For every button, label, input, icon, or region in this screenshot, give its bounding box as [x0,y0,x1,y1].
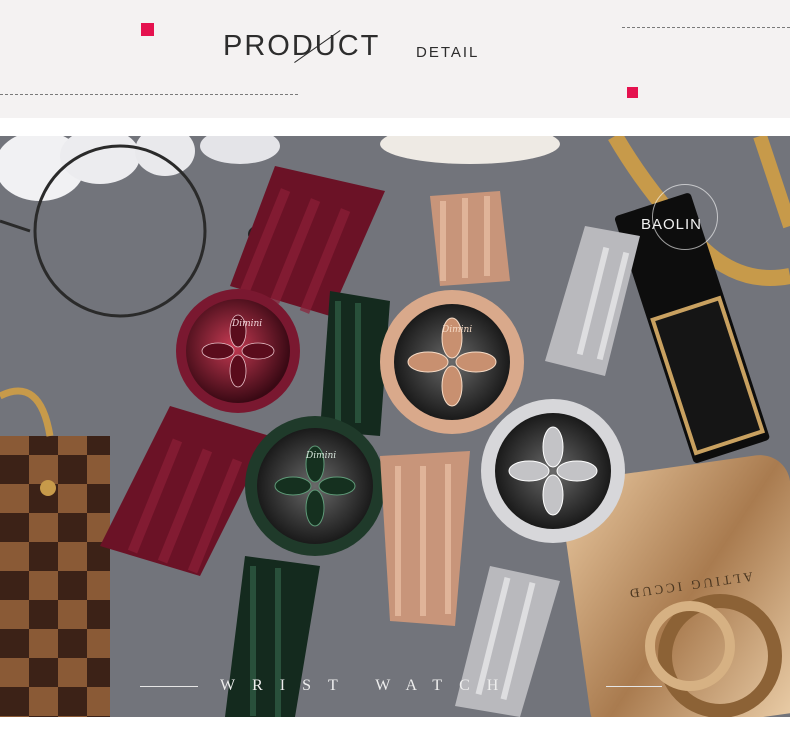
checkered-pouch [0,387,110,717]
accent-square-icon [627,87,638,98]
watch-brand-label: Dimini [441,325,472,335]
dashed-divider [622,27,790,28]
watch-brand-label: Dimini [231,319,262,329]
section-subtitle: DETAIL [416,44,480,61]
accent-square-icon [141,23,154,36]
watch-brand-label: Dimini [305,451,336,461]
brand-watermark: BAOLIN [641,216,703,233]
header-banner: PRODUCT DETAIL [0,0,790,118]
caption-line [140,686,198,687]
caption-line [606,686,662,687]
dashed-divider [0,94,298,95]
product-photo: ALTIUG ICCUĐ Dimini Dimini Dimini BAOLIN… [0,136,790,717]
photo-caption: WRIST WATCH [220,677,516,694]
